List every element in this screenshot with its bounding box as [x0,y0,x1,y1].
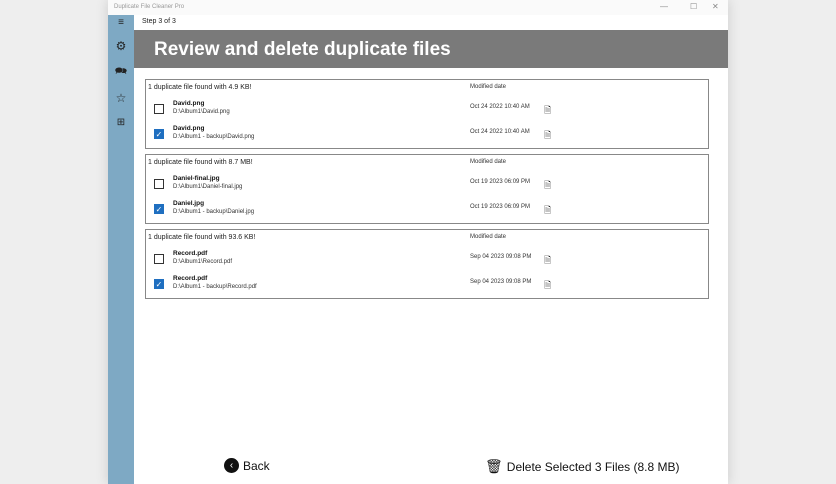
file-path: D:\Album1\Record.pdf [173,259,233,265]
file-path: D:\Album1 - backup\Record.pdf [173,284,257,290]
delete-label: Delete Selected 3 Files (8.8 MB) [506,459,680,474]
modified-date-header: Modified date [470,234,507,240]
file-path: D:\Album1 - backup\David.png [173,134,255,140]
star-icon[interactable]: ☆ [114,91,128,105]
modified-date: Sep 04 2023 09:08 PM [470,279,532,285]
modified-date-header: Modified date [470,159,507,165]
file-row: ✓ Daniel.jpg D:\Album1 - backup\Daniel.j… [146,200,708,224]
file-row: David.png D:\Album1\David.png Oct 24 202… [146,100,708,124]
duplicate-group: 1 duplicate file found with 8.7 MB! Modi… [145,154,709,224]
file-checkbox[interactable]: ✓ [154,129,164,139]
duplicate-group: 1 duplicate file found with 4.9 KB! Modi… [145,79,709,149]
file-row: Record.pdf D:\Album1\Record.pdf Sep 04 2… [146,250,708,274]
title-bar: Duplicate File Cleaner Pro — ☐ ✕ [108,0,728,15]
app-window: Duplicate File Cleaner Pro — ☐ ✕ ≡ ⚙ 🗪 ☆… [108,0,728,484]
minimize-button[interactable]: — [660,2,668,11]
group-title: 1 duplicate file found with 8.7 MB! [148,159,253,166]
file-name: David.png [173,100,205,107]
delete-selected-button[interactable]: 🗑 Delete Selected 3 Files (8.8 MB) [485,458,680,475]
apps-add-icon[interactable]: ⊞ [114,116,128,130]
close-button[interactable]: ✕ [712,2,719,11]
open-file-icon[interactable]: 🗎 [544,103,551,119]
page-title: Review and delete duplicate files [134,30,728,68]
file-name: Daniel.jpg [173,200,205,207]
step-indicator: Step 3 of 3 [142,18,176,25]
modified-date-header: Modified date [470,84,507,90]
file-path: D:\Album1 - backup\Daniel.jpg [173,209,255,215]
modified-date: Oct 24 2022 10:40 AM [470,129,530,135]
back-button[interactable]: ‹ Back [224,458,270,473]
settings-gear-icon[interactable]: ⚙ [114,39,128,53]
file-row: Daniel-final.jpg D:\Album1\Daniel-final.… [146,175,708,199]
file-name: Record.pdf [173,275,208,282]
file-path: D:\Album1\David.png [173,109,230,115]
file-row: ✓ Record.pdf D:\Album1 - backup\Record.p… [146,275,708,299]
file-row: ✓ David.png D:\Album1 - backup\David.png… [146,125,708,149]
modified-date: Oct 24 2022 10:40 AM [470,104,530,110]
file-name: Record.pdf [173,250,208,257]
file-checkbox[interactable] [154,179,164,189]
open-file-icon[interactable]: 🗎 [544,278,551,294]
modified-date: Sep 04 2023 09:08 PM [470,254,532,260]
sidebar: ≡ ⚙ 🗪 ☆ ⊞ [108,15,134,484]
maximize-button[interactable]: ☐ [690,2,697,11]
file-name: Daniel-final.jpg [173,175,220,182]
back-arrow-icon: ‹ [224,458,239,473]
duplicate-group: 1 duplicate file found with 93.6 KB! Mod… [145,229,709,299]
file-checkbox[interactable]: ✓ [154,279,164,289]
hamburger-menu-icon[interactable]: ≡ [114,16,128,30]
file-name: David.png [173,125,205,132]
modified-date: Oct 19 2023 06:09 PM [470,179,531,185]
modified-date: Oct 19 2023 06:09 PM [470,204,531,210]
file-checkbox[interactable] [154,104,164,114]
file-checkbox[interactable]: ✓ [154,204,164,214]
window-title: Duplicate File Cleaner Pro [114,4,185,10]
group-title: 1 duplicate file found with 4.9 KB! [148,84,252,91]
open-file-icon[interactable]: 🗎 [544,203,551,219]
open-file-icon[interactable]: 🗎 [544,128,551,144]
feedback-chat-icon[interactable]: 🗪 [114,65,128,79]
file-checkbox[interactable] [154,254,164,264]
file-path: D:\Album1\Daniel-final.jpg [173,184,243,190]
trash-icon: 🗑 [485,458,503,474]
open-file-icon[interactable]: 🗎 [544,178,551,194]
back-label: Back [243,458,270,473]
group-title: 1 duplicate file found with 93.6 KB! [148,234,256,241]
open-file-icon[interactable]: 🗎 [544,253,551,269]
